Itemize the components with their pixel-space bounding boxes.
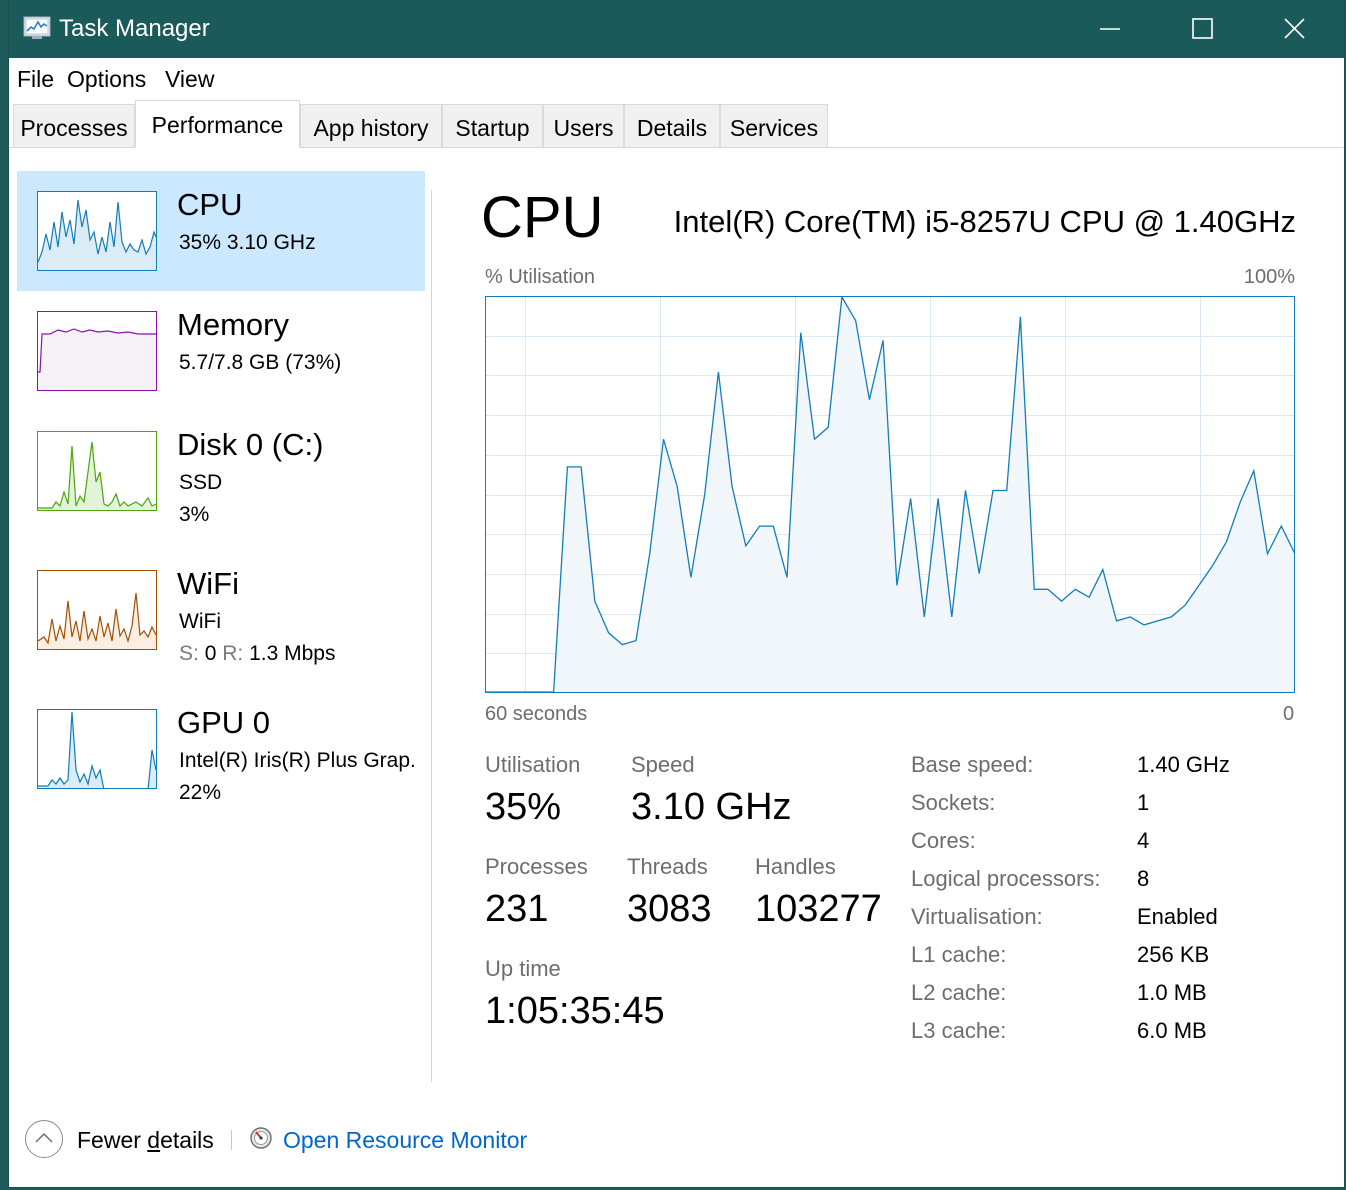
sidebar-item-wifi[interactable]: WiFi WiFi S: 0 R: 1.3 Mbps [17,550,425,670]
fewer-details-prefix: Fewer [77,1127,148,1153]
graph-x-left-label: 60 seconds [485,703,588,725]
handles-label: Handles [755,854,836,879]
sidebar-gpu-model: Intel(R) Iris(R) Plus Grap. [179,749,416,772]
spec-value: 1.40 GHz [1137,752,1230,777]
receive-label: R: [222,642,244,665]
spec-value: 4 [1137,828,1150,853]
close-icon [1284,18,1305,39]
chevron-up-icon [35,1133,53,1143]
menu-bar: File Options View [9,58,1344,98]
title-bar[interactable]: Task Manager [9,0,1344,58]
sidebar-item-cpu[interactable]: CPU 35% 3.10 GHz [17,171,425,291]
spec-label: Base speed: [911,752,1034,777]
fewer-details-suffix: etails [160,1127,214,1153]
sidebar-memory-title: Memory [177,307,289,342]
handles-value: 103277 [755,888,882,930]
sidebar-disk-type: SSD [179,471,223,494]
sidebar-disk-usage: 3% [179,503,210,526]
spec-label: L1 cache: [911,942,1007,967]
utilisation-label: Utilisation [485,752,581,777]
spec-label: Logical processors: [911,866,1101,891]
maximize-icon [1192,18,1213,39]
sidebar-item-gpu[interactable]: GPU 0 Intel(R) Iris(R) Plus Grap. 22% [17,689,425,809]
sidebar-wifi-throughput: S: 0 R: 1.3 Mbps [179,642,335,666]
fewer-details-button[interactable] [25,1120,63,1158]
spec-label: L2 cache: [911,980,1007,1005]
sidebar-wifi-title: WiFi [177,566,239,601]
cpu-thumbnail [37,191,157,271]
fewer-details-accelerator: d [147,1127,161,1153]
sidebar-cpu-title: CPU [177,187,243,222]
spec-value: 1 [1137,790,1150,815]
spec-label: Sockets: [911,790,996,815]
window-title: Task Manager [59,15,210,42]
spec-label: L3 cache: [911,1018,1007,1043]
footer-separator [231,1130,232,1150]
task-manager-icon [23,15,51,46]
tab-processes[interactable]: Processes [13,104,135,147]
sidebar-disk-title: Disk 0 (C:) [177,427,324,462]
send-label: S: [179,642,199,665]
spec-value: 8 [1137,866,1150,891]
minimize-button[interactable] [1065,0,1157,58]
processes-value: 231 [485,888,549,930]
speed-label: Speed [631,752,695,777]
disk-thumbnail [37,431,157,511]
utilisation-value: 35% [485,786,562,828]
spec-value: 1.0 MB [1137,980,1207,1005]
sidebar-cpu-stats: 35% 3.10 GHz [179,231,316,254]
spec-value: 6.0 MB [1137,1018,1207,1043]
tab-performance[interactable]: Performance [135,100,300,148]
spec-label: Virtualisation: [911,904,1043,929]
uptime-value: 1:05:35:45 [485,990,665,1032]
receive-value: 1.3 Mbps [249,642,336,665]
tab-users[interactable]: Users [543,104,624,147]
sidebar-item-disk[interactable]: Disk 0 (C:) SSD 3% [17,411,425,531]
menu-file[interactable]: File [17,66,54,93]
spec-value: Enabled [1137,904,1218,929]
sidebar-memory-stats: 5.7/7.8 GB (73%) [179,351,342,374]
graph-y-max-label: 100% [1243,266,1295,288]
gpu-thumbnail [37,709,157,795]
sidebar-gpu-usage: 22% [179,781,222,804]
tab-app-history[interactable]: App history [300,104,442,147]
tab-startup[interactable]: Startup [442,104,543,147]
page-title: CPU [481,185,604,250]
sidebar-gpu-title: GPU 0 [177,705,271,740]
threads-label: Threads [627,854,708,879]
graph-y-label: % Utilisation [485,266,596,288]
uptime-label: Up time [485,956,561,981]
wifi-thumbnail [37,570,157,650]
memory-thumbnail [37,311,157,391]
fewer-details-link[interactable]: Fewer details [77,1127,214,1154]
maximize-button[interactable] [1157,0,1249,58]
cpu-model-name: Intel(R) Core(TM) i5-8257U CPU @ 1.40GHz [673,204,1296,239]
spec-value: 256 KB [1137,942,1210,967]
processes-label: Processes [485,854,588,879]
spec-label: Cores: [911,828,976,853]
send-value: 0 [204,642,217,665]
open-resource-monitor-link[interactable]: Open Resource Monitor [283,1127,527,1154]
menu-options[interactable]: Options [67,66,146,93]
graph-x-right-label: 0 [1283,703,1295,725]
tab-details[interactable]: Details [624,104,720,147]
tab-services[interactable]: Services [720,104,828,147]
task-manager-window: Task Manager File Options View Processes… [9,0,1344,1187]
menu-view[interactable]: View [165,66,214,93]
resource-monitor-icon[interactable] [249,1126,273,1155]
close-button[interactable] [1249,0,1341,58]
sidebar-item-memory[interactable]: Memory 5.7/7.8 GB (73%) [17,291,425,411]
speed-value: 3.10 GHz [631,786,792,828]
sidebar-divider [431,190,432,1082]
sidebar-wifi-adapter: WiFi [179,610,221,633]
cpu-utilisation-graph [485,296,1295,693]
threads-value: 3083 [627,888,712,930]
minimize-icon [1100,28,1120,30]
